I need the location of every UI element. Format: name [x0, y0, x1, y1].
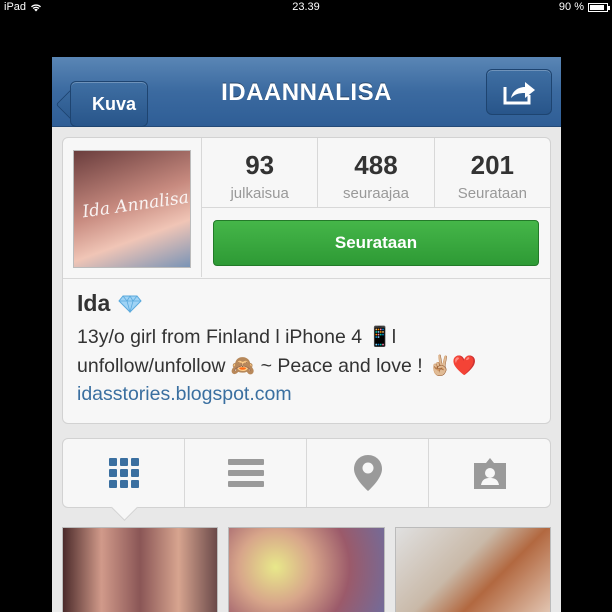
list-icon: [227, 459, 264, 487]
tab-map[interactable]: [307, 439, 429, 507]
avatar-signature: Ida Annalisa: [81, 187, 191, 223]
status-time: 23.39: [292, 1, 320, 13]
bio-line: unfollow/unfollow 🙈 ~ Peace and love ! ✌…: [77, 355, 477, 377]
battery-fill: [590, 4, 605, 10]
stat-label: seuraajaa: [343, 185, 409, 202]
bio-section: Ida 13y/o girl from Finland l iPhone 4 📱…: [77, 290, 540, 406]
tab-list[interactable]: [185, 439, 307, 507]
following-button[interactable]: Seurataan: [213, 220, 539, 266]
stat-value: 201: [470, 150, 515, 180]
view-tabs: [62, 438, 551, 508]
website-link[interactable]: idasstories.blogspot.com: [77, 383, 540, 406]
share-icon: [503, 82, 535, 105]
profile-card: Ida Annalisa 93 julkaisua 488 seuraajaa …: [62, 137, 551, 424]
bio-line: 13y/o girl from Finland l iPhone 4 📱l: [77, 326, 397, 348]
battery-percent: 90 %: [558, 1, 584, 13]
stat-followers[interactable]: 488 seuraajaa: [318, 138, 435, 207]
status-bar: iPad 23.39 90 %: [0, 0, 612, 14]
back-button[interactable]: Kuva: [70, 81, 148, 127]
bio-text: 13y/o girl from Finland l iPhone 4 📱l un…: [77, 323, 540, 381]
avatar[interactable]: Ida Annalisa: [73, 150, 191, 268]
app-window: Kuva IDAANNALISA Ida Annalisa 93 julkais…: [52, 57, 561, 612]
profile-name-row: Ida: [77, 290, 540, 317]
stats-row: 93 julkaisua 488 seuraajaa 201 Seurataan: [202, 138, 550, 208]
photo-thumbnail[interactable]: [228, 527, 385, 612]
photo-grid: [62, 527, 551, 612]
diamond-icon: [118, 294, 142, 313]
status-right: 90 %: [558, 1, 610, 13]
photo-thumbnail[interactable]: [62, 527, 219, 612]
divider: [63, 278, 550, 279]
profile-name: Ida: [77, 290, 111, 316]
location-pin-icon: [353, 455, 382, 491]
share-button[interactable]: [486, 69, 552, 115]
tab-grid[interactable]: [63, 439, 185, 507]
tab-tagged[interactable]: [429, 439, 550, 507]
stat-following[interactable]: 201 Seurataan: [435, 138, 550, 207]
photo-thumbnail[interactable]: [394, 527, 551, 612]
stat-label: Seurataan: [457, 185, 527, 202]
stat-label: julkaisua: [230, 185, 289, 202]
stat-posts[interactable]: 93 julkaisua: [202, 138, 319, 207]
stat-value: 488: [354, 150, 398, 180]
tagged-photos-icon: [473, 458, 506, 489]
stat-value: 93: [245, 150, 275, 180]
battery-icon: [588, 2, 610, 12]
grid-icon: [108, 458, 139, 488]
nav-bar: Kuva IDAANNALISA: [52, 57, 561, 127]
